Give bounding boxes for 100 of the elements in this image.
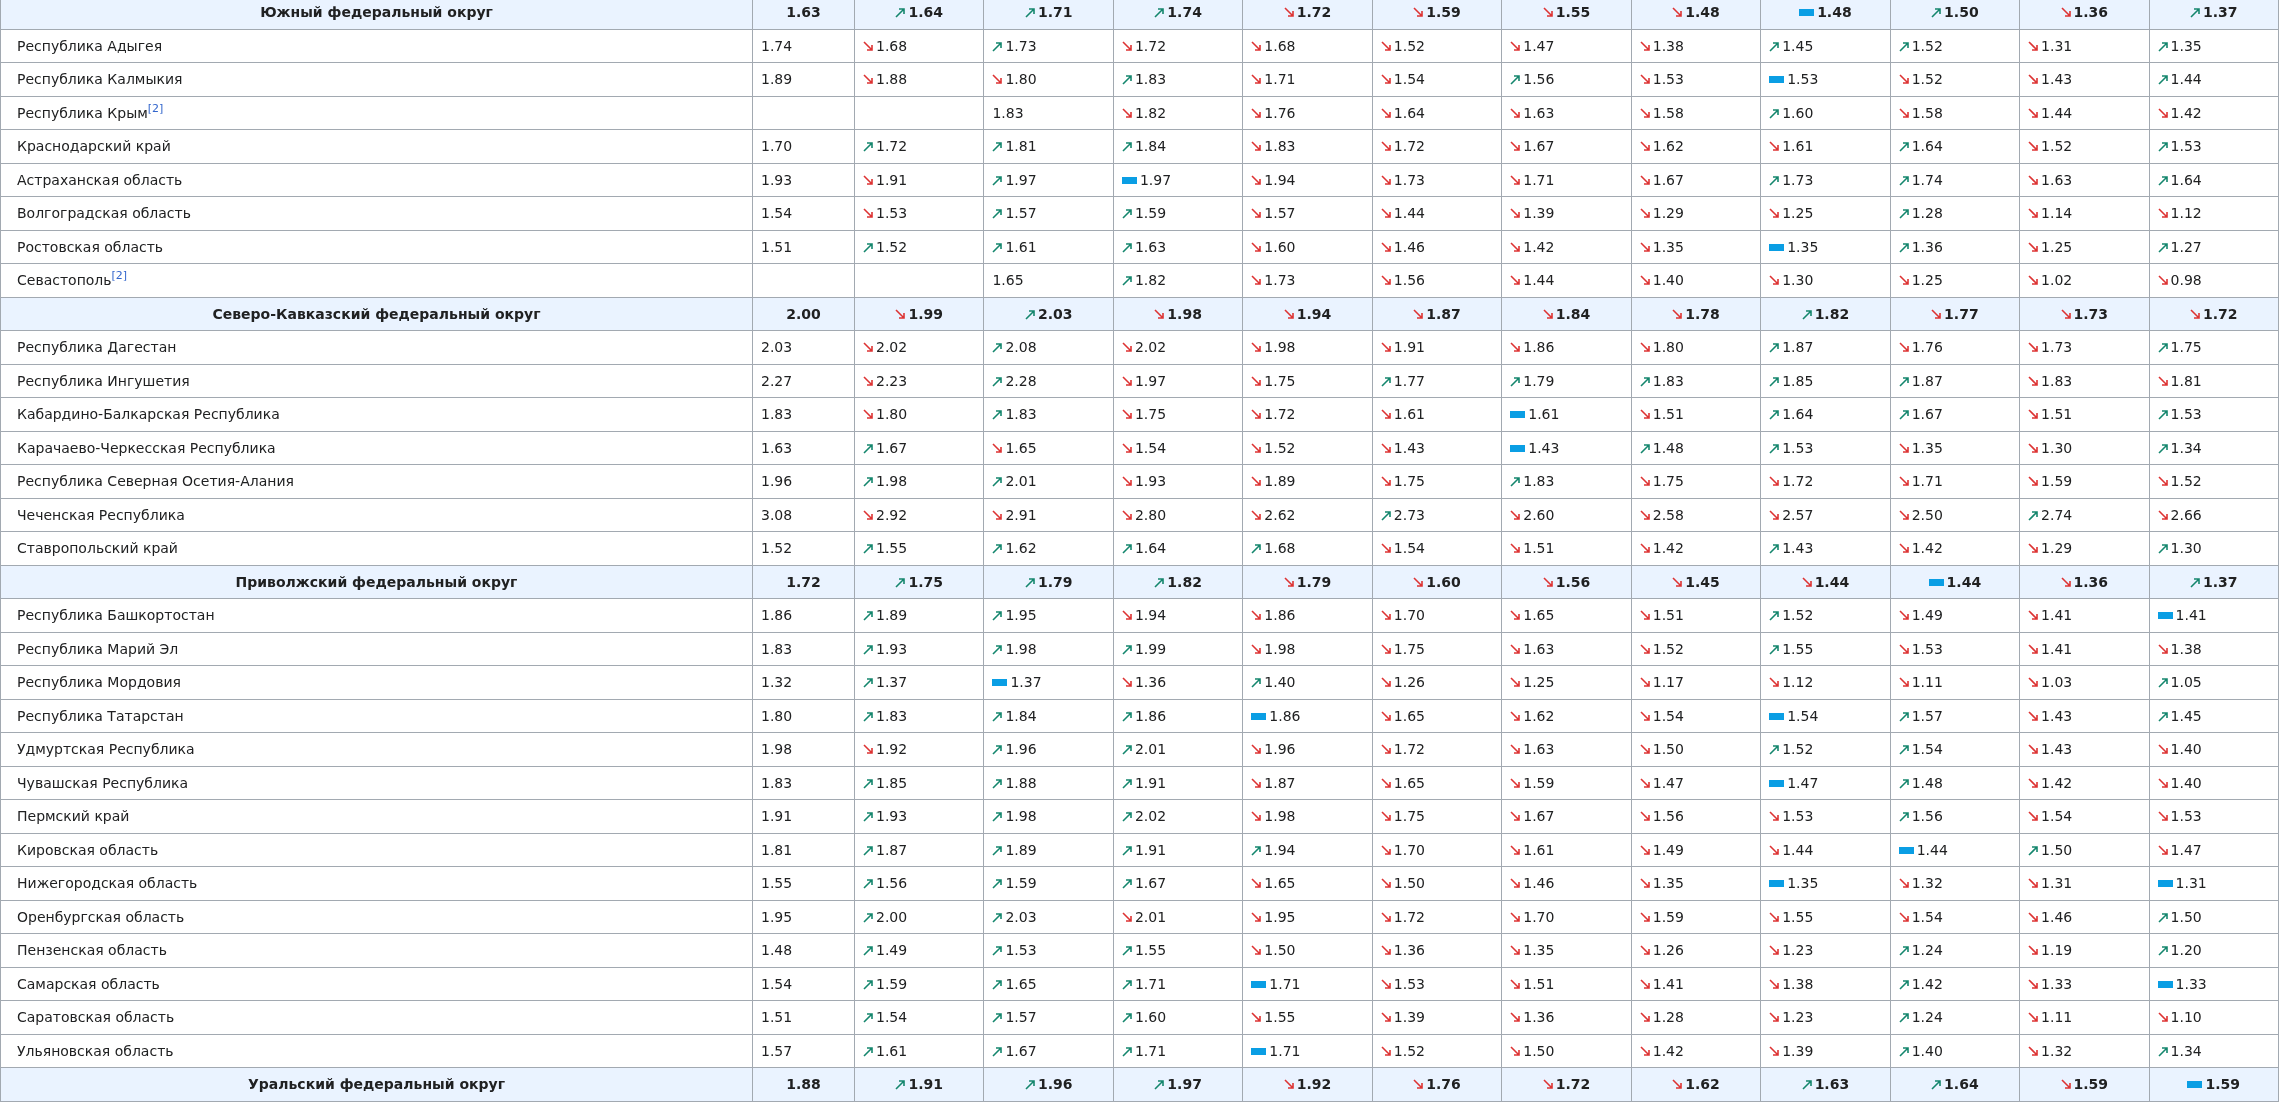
rate-value: 1.61 — [1782, 138, 1814, 155]
rate-value: 1.37 — [876, 674, 908, 691]
region-name: Кабардино-Балкарская Республика — [17, 406, 280, 423]
rate-value: 1.72 — [1393, 138, 1425, 155]
rate-value: 1.81 — [1005, 138, 1037, 155]
rate-value: 1.53 — [2170, 406, 2202, 423]
rate-value: 1.17 — [1652, 674, 1684, 691]
rate-value: 1.36 — [1523, 1009, 1555, 1026]
rate-value: 1.75 — [1393, 640, 1425, 657]
rate-value: 1.54 — [1134, 439, 1167, 456]
rate-value: 1.65 — [1005, 975, 1037, 992]
rate-value: 3.08 — [761, 506, 793, 523]
region-name: Нижегородская область — [17, 875, 198, 892]
rate-value: 1.72 — [2203, 305, 2238, 322]
rate-value: 1.77 — [1944, 305, 1979, 322]
rate-value: 1.43 — [1393, 439, 1425, 456]
rate-value: 1.51 — [761, 1009, 793, 1026]
region-name: Республика Мордовия — [17, 674, 181, 691]
rate-value: 1.54 — [1787, 707, 1819, 724]
rate-value: 1.31 — [2175, 875, 2207, 892]
rate-value: 1.44 — [1916, 841, 1948, 858]
rate-value: 1.83 — [761, 774, 793, 791]
rate-value: 1.73 — [1264, 272, 1296, 289]
rate-value: 1.59 — [2205, 1076, 2241, 1093]
rate-value: 1.32 — [1911, 875, 1943, 892]
rate-value: 1.50 — [2170, 908, 2202, 925]
region-name: Карачаево-Черкесская Республика — [17, 439, 276, 456]
rate-value: 1.53 — [876, 205, 908, 222]
rate-value: 1.41 — [1652, 975, 1684, 992]
rate-value: 1.50 — [1944, 4, 1979, 21]
rate-value: 1.46 — [2041, 908, 2073, 925]
rate-value: 1.64 — [1944, 1076, 1979, 1093]
rate-value: 1.31 — [2041, 875, 2073, 892]
rate-value: 1.52 — [2041, 138, 2073, 155]
rate-value: 1.59 — [1005, 875, 1037, 892]
rate-value: 1.83 — [1523, 473, 1555, 490]
rate-value: 1.80 — [1652, 339, 1684, 356]
rate-value: 1.36 — [1134, 674, 1167, 691]
rate-value: 1.38 — [1652, 37, 1684, 54]
rate-value: 1.57 — [1005, 205, 1037, 222]
rate-value: 1.53 — [1782, 439, 1814, 456]
rate-value: 2.91 — [1005, 506, 1037, 523]
rate-value: 1.83 — [876, 707, 908, 724]
rate-value: 1.61 — [1393, 406, 1425, 423]
rate-value: 1.51 — [2041, 406, 2073, 423]
rate-value: 1.80 — [1005, 71, 1037, 88]
rate-value: 1.82 — [1134, 272, 1167, 289]
rate-value: 1.53 — [1005, 942, 1037, 959]
rate-value: 1.75 — [908, 573, 943, 590]
rate-value: 1.19 — [2041, 942, 2073, 959]
rate-value: 1.63 — [761, 439, 793, 456]
rate-value: 1.87 — [876, 841, 908, 858]
rate-value: 1.86 — [1523, 339, 1555, 356]
rate-value: 1.59 — [876, 975, 908, 992]
rate-value: 1.61 — [1005, 238, 1037, 255]
region-name: Республика Татарстан — [17, 707, 184, 724]
rate-value: 1.88 — [786, 1076, 821, 1093]
rate-value: 1.54 — [1393, 71, 1425, 88]
rate-value: 1.67 — [1652, 171, 1684, 188]
rate-value: 1.53 — [1782, 808, 1814, 825]
rate-value: 1.40 — [2170, 741, 2202, 758]
rate-value: 1.63 — [1523, 741, 1555, 758]
footnote-link[interactable]: [2] — [111, 269, 128, 283]
rate-value: 1.64 — [1134, 540, 1167, 557]
rate-value: 1.54 — [1911, 741, 1943, 758]
rate-value: 1.78 — [1685, 305, 1720, 322]
rate-value: 1.23 — [1782, 1009, 1814, 1026]
rate-value: 1.87 — [1782, 339, 1814, 356]
rate-value: 1.53 — [1393, 975, 1425, 992]
rate-value: 1.63 — [1134, 238, 1167, 255]
rate-value: 1.93 — [761, 171, 793, 188]
rate-value: 1.71 — [1134, 975, 1167, 992]
rate-value: 1.72 — [876, 138, 908, 155]
rate-value: 1.53 — [1911, 640, 1943, 657]
rate-value: 1.62 — [1005, 540, 1037, 557]
rate-value: 1.36 — [1393, 942, 1425, 959]
rate-value: 1.52 — [2170, 473, 2202, 490]
rate-value: 2.57 — [1782, 506, 1814, 523]
rate-value: 1.25 — [1911, 272, 1943, 289]
rate-value: 1.52 — [1911, 37, 1943, 54]
rate-value: 1.44 — [1393, 205, 1425, 222]
rate-value: 1.96 — [1037, 1076, 1073, 1093]
rate-value: 1.72 — [1393, 741, 1425, 758]
rate-value: 1.82 — [1134, 104, 1167, 121]
rate-value: 1.82 — [1167, 573, 1202, 590]
rate-value: 1.32 — [761, 674, 793, 691]
rate-value: 1.98 — [1264, 640, 1296, 657]
rate-value: 1.60 — [1782, 104, 1814, 121]
rate-value: 1.64 — [2170, 171, 2202, 188]
rate-value: 1.86 — [1134, 707, 1167, 724]
region-name: Астраханская область — [17, 171, 183, 188]
rate-value: 2.50 — [1911, 506, 1943, 523]
rate-value: 1.94 — [1296, 305, 1332, 322]
rate-value: 1.93 — [1134, 473, 1167, 490]
rate-value: 1.63 — [1814, 1076, 1850, 1093]
rate-value: 1.50 — [1264, 942, 1296, 959]
rate-value: 1.88 — [1005, 774, 1037, 791]
rate-value: 1.24 — [1911, 942, 1943, 959]
footnote-link[interactable]: [2] — [147, 102, 164, 116]
region-name: Республика Башкортостан — [17, 607, 215, 624]
